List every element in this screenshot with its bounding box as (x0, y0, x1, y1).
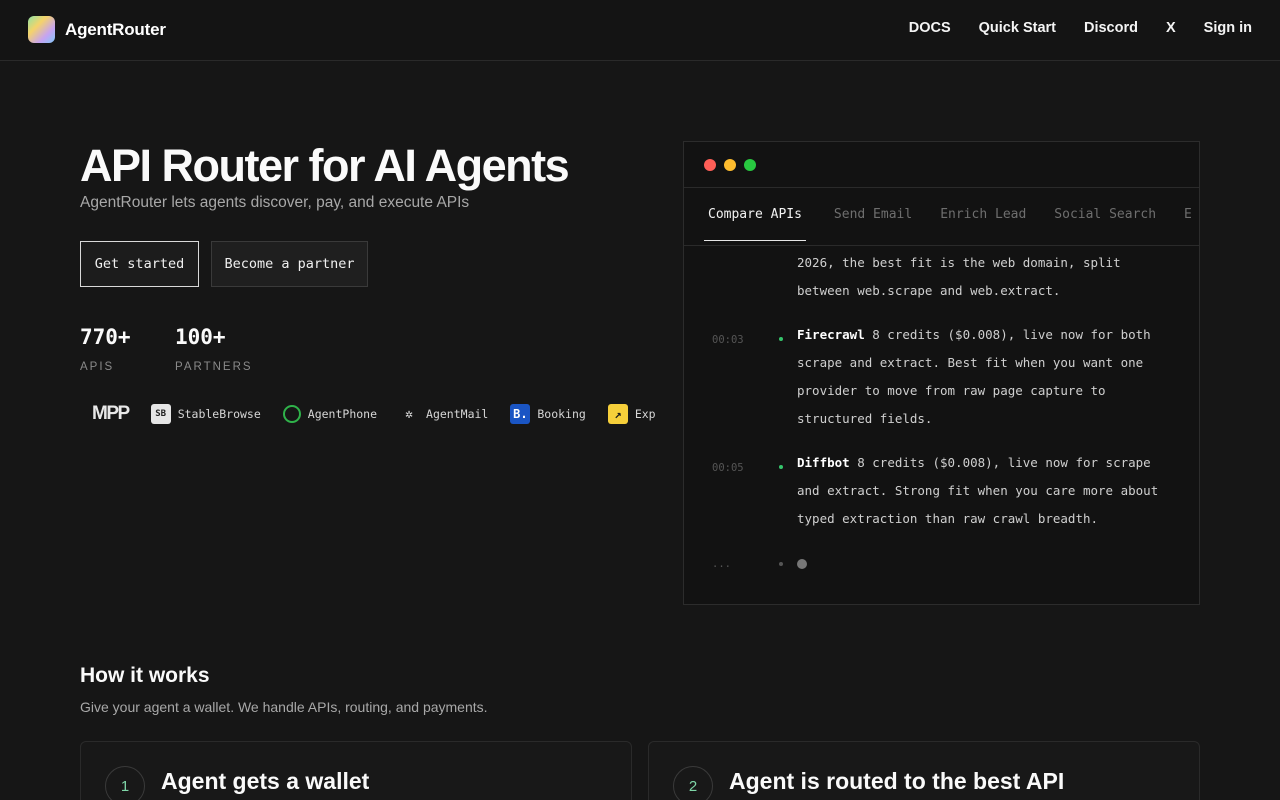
nav-quick-start[interactable]: Quick Start (979, 20, 1056, 36)
agentrouter-logo-icon (28, 16, 55, 43)
status-dot-icon (779, 465, 783, 469)
loading-spinner-icon (797, 559, 807, 569)
stablebrowse-logo-icon: SB (150, 404, 171, 424)
log-text: 2026, the best fit is the web domain, sp… (797, 255, 1121, 298)
agentmail-logo-icon: ✲ (405, 406, 413, 422)
provider-detail: 8 credits ($0.008), live now for scrape … (797, 455, 1159, 526)
provider-name: Firecrawl (797, 327, 865, 342)
terminal-demo-window: Compare APIs Send Email Enrich Lead Soci… (683, 141, 1200, 605)
brand-link[interactable]: AgentRouter (28, 16, 166, 43)
log-timestamp: 00:05 (712, 462, 744, 474)
partner-agentphone: AgentPhone (282, 405, 378, 423)
mpp-logo-icon: MPP (92, 403, 130, 424)
top-navigation-bar: AgentRouter DOCS Quick Start Discord X S… (0, 0, 1280, 61)
stat-partners-value: 100+ (175, 325, 226, 349)
nav-docs[interactable]: DOCS (909, 20, 951, 36)
stat-partners: 100+ PARTNERS (175, 325, 253, 373)
tab-social-search[interactable]: Social Search (1054, 188, 1156, 241)
how-it-works-subtitle: Give your agent a wallet. We handle APIs… (80, 699, 488, 715)
minimize-dot-icon (724, 159, 736, 171)
how-it-works-title: How it works (80, 664, 210, 687)
log-timestamp: ... (712, 558, 731, 570)
tab-compare-apis[interactable]: Compare APIs (704, 188, 806, 241)
partner-logo-strip: MPP SB StableBrowse AgentPhone ✲ AgentMa… (92, 401, 664, 427)
become-partner-button[interactable]: Become a partner (211, 241, 368, 287)
step-number: 2 (673, 766, 713, 800)
provider-name: Diffbot (797, 455, 850, 470)
main-nav: DOCS Quick Start Discord X Sign in (909, 20, 1252, 36)
exp-logo-icon: ↗ (607, 404, 628, 424)
partner-booking: B. Booking (510, 404, 586, 424)
log-text: Firecrawl 8 credits ($0.008), live now f… (797, 321, 1167, 433)
nav-x[interactable]: X (1166, 20, 1176, 36)
step-title: Agent is routed to the best API (729, 768, 1065, 794)
step-card-2: 2 Agent is routed to the best API (648, 741, 1200, 800)
partner-name: Booking (537, 407, 586, 421)
partner-name: AgentPhone (307, 407, 378, 421)
brand-name: AgentRouter (65, 19, 166, 39)
tab-more[interactable]: E (1184, 188, 1192, 241)
partner-stablebrowse: SB StableBrowse (150, 404, 261, 424)
log-timestamp: 00:03 (712, 334, 744, 346)
agentphone-logo-icon (282, 405, 301, 423)
partner-mpp: MPP (92, 403, 130, 425)
hero-subtitle: AgentRouter lets agents discover, pay, a… (80, 194, 470, 211)
maximize-dot-icon (744, 159, 756, 171)
stat-apis: 770+ APIS (80, 325, 131, 373)
partner-agentmail: ✲ AgentMail (399, 404, 488, 424)
nav-discord[interactable]: Discord (1084, 20, 1138, 36)
stat-partners-label: PARTNERS (175, 361, 253, 373)
partner-name: AgentMail (426, 407, 489, 421)
terminal-titlebar (684, 142, 1199, 188)
terminal-tabs: Compare APIs Send Email Enrich Lead Soci… (684, 188, 1199, 246)
step-card-1: 1 Agent gets a wallet (80, 741, 632, 800)
booking-logo-icon: B. (510, 404, 531, 424)
partner-exp: ↗ Exp (607, 404, 656, 424)
close-dot-icon (704, 159, 716, 171)
partner-name: StableBrowse (177, 407, 261, 421)
status-dot-icon (779, 337, 783, 341)
step-number: 1 (105, 766, 145, 800)
pending-dot-icon (779, 562, 783, 566)
partner-name: Exp (634, 407, 656, 421)
log-text: Diffbot 8 credits ($0.008), live now for… (797, 449, 1167, 533)
tab-enrich-lead[interactable]: Enrich Lead (940, 188, 1026, 241)
stat-apis-label: APIS (80, 361, 115, 373)
nav-sign-in[interactable]: Sign in (1204, 20, 1252, 36)
get-started-button[interactable]: Get started (80, 241, 199, 287)
hero-title: API Router for AI Agents (80, 140, 570, 191)
stat-apis-value: 770+ (80, 325, 131, 349)
tab-send-email[interactable]: Send Email (834, 188, 912, 241)
step-title: Agent gets a wallet (161, 768, 370, 794)
